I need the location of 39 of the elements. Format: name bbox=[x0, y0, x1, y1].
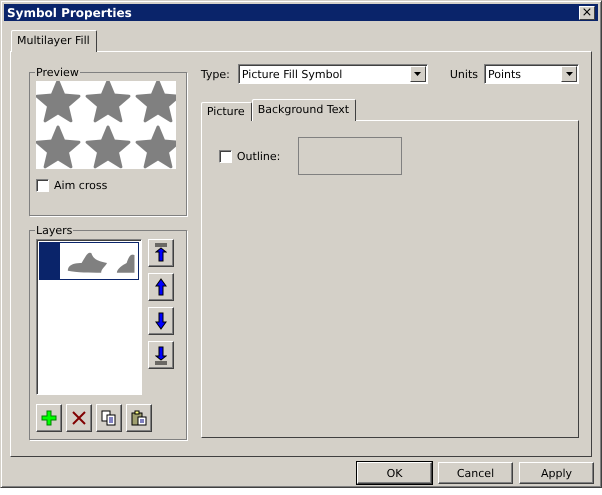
plus-icon bbox=[41, 410, 57, 426]
tab[interactable]: Background Text bbox=[252, 99, 356, 121]
checkbox[interactable] bbox=[218, 150, 232, 163]
remove-layer-button[interactable] bbox=[66, 404, 92, 432]
delete-icon bbox=[72, 411, 86, 425]
layer-list[interactable] bbox=[36, 239, 142, 395]
copy-button[interactable] bbox=[96, 404, 122, 432]
dialog-button[interactable]: OK bbox=[357, 462, 432, 484]
dialog-button[interactable]: Apply bbox=[519, 462, 594, 484]
type-dropdown[interactable]: Picture Fill Symbol bbox=[238, 64, 428, 84]
paste-button[interactable] bbox=[126, 404, 152, 432]
checkbox-label: Outline: bbox=[236, 150, 280, 163]
outline-preview-box[interactable] bbox=[298, 137, 402, 175]
move-to-top-icon bbox=[155, 243, 167, 263]
caret-icon bbox=[566, 72, 572, 76]
layer-item[interactable] bbox=[39, 242, 139, 280]
window-title: Symbol Properties bbox=[7, 6, 132, 20]
tab[interactable]: Multilayer Fill bbox=[11, 30, 97, 52]
copy-icon bbox=[101, 410, 117, 426]
close-button[interactable]: × bbox=[579, 6, 595, 20]
checkbox-label: Aim cross bbox=[54, 179, 108, 192]
arrow-up-icon bbox=[155, 277, 167, 297]
move-down-button[interactable] bbox=[148, 307, 174, 335]
field-label: Units bbox=[450, 68, 478, 80]
move-to-bottom-icon bbox=[155, 345, 167, 365]
units-dropdown[interactable]: Points bbox=[484, 64, 579, 84]
caret-icon bbox=[414, 72, 422, 76]
dialog-button[interactable]: Cancel bbox=[438, 462, 513, 484]
field-label: Type: bbox=[200, 68, 231, 80]
group-label: Preview bbox=[35, 66, 80, 79]
paste-icon bbox=[131, 410, 147, 426]
move-to-top-button[interactable] bbox=[148, 239, 174, 267]
move-up-button[interactable] bbox=[148, 273, 174, 301]
add-layer-button[interactable] bbox=[36, 404, 62, 432]
group-label: Layers bbox=[35, 224, 74, 237]
tab[interactable]: Picture bbox=[200, 102, 252, 121]
checkbox[interactable] bbox=[36, 179, 49, 192]
arrow-down-icon bbox=[155, 311, 167, 331]
move-to-bottom-button[interactable] bbox=[148, 341, 174, 369]
